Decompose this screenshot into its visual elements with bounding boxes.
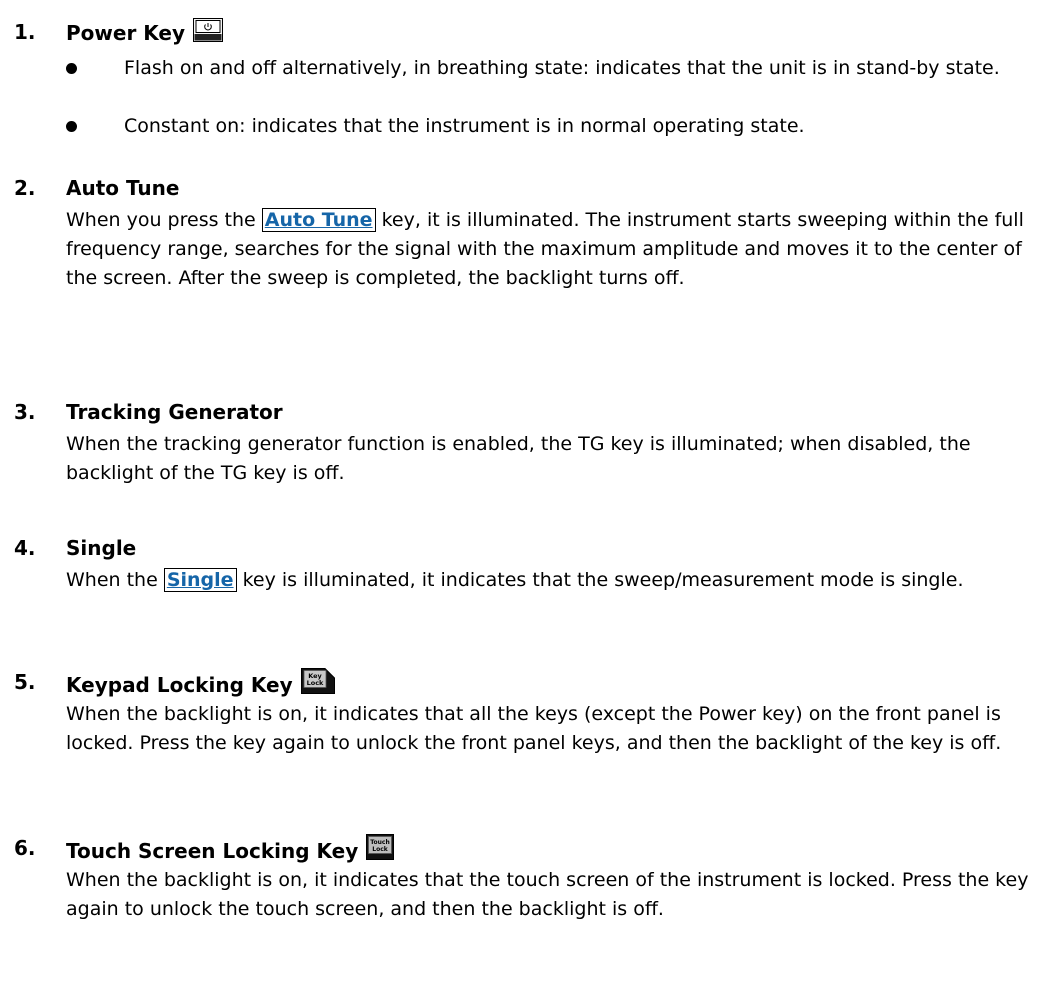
section-number: 2.: [14, 176, 36, 200]
section-title-text: Power Key: [66, 21, 186, 45]
section-number: 1.: [14, 20, 36, 44]
section-paragraph: When the backlight is on, it indicates t…: [66, 703, 1002, 754]
section-title-text: Touch Screen Locking Key: [66, 839, 359, 863]
section-title: Keypad Locking Key Key Lock: [66, 668, 335, 701]
key-lock-icon-text: Lock: [306, 679, 323, 687]
key-lock-icon: Key Lock: [300, 668, 335, 701]
paragraph-text: When you press the: [66, 209, 262, 231]
section-number: 3.: [14, 400, 36, 424]
bullet-dot: [66, 121, 77, 132]
paragraph-text: When the: [66, 569, 164, 591]
auto-tune-key-label: Auto Tune: [261, 208, 376, 232]
section-title: Tracking Generator: [66, 400, 283, 424]
section-paragraph: When the Single key is illuminated, it i…: [66, 566, 1046, 595]
paragraph-text: key is illuminated, it indicates that th…: [236, 569, 964, 591]
power-key-icon: [193, 18, 224, 49]
section-number: 5.: [14, 670, 36, 694]
touch-lock-icon-text: Touch: [370, 839, 390, 846]
bullet-dot: [66, 63, 77, 74]
section-title: Touch Screen Locking Key Touch Lock: [66, 834, 395, 867]
section-paragraph: When you press the Auto Tune key, it is …: [66, 206, 1046, 293]
section-title: Single: [66, 536, 137, 560]
section-title: Auto Tune: [66, 176, 180, 200]
bullet-text: Flash on and off alternatively, in breat…: [124, 57, 1000, 79]
touch-lock-icon-text: Lock: [373, 846, 390, 853]
document-page: 1. Power Key Flash on and off alternativ…: [0, 0, 1052, 981]
section-paragraph: When the tracking generator function is …: [66, 433, 971, 484]
section-paragraph: When the backlight is on, it indicates t…: [66, 869, 1029, 920]
section-number: 6.: [14, 836, 36, 860]
section-number: 4.: [14, 536, 36, 560]
bullet-text: Constant on: indicates that the instrume…: [124, 115, 805, 137]
single-key-label: Single: [163, 568, 237, 592]
touch-lock-icon: Touch Lock: [366, 834, 395, 867]
section-title: Power Key: [66, 18, 224, 49]
section-title-text: Keypad Locking Key: [66, 673, 293, 697]
